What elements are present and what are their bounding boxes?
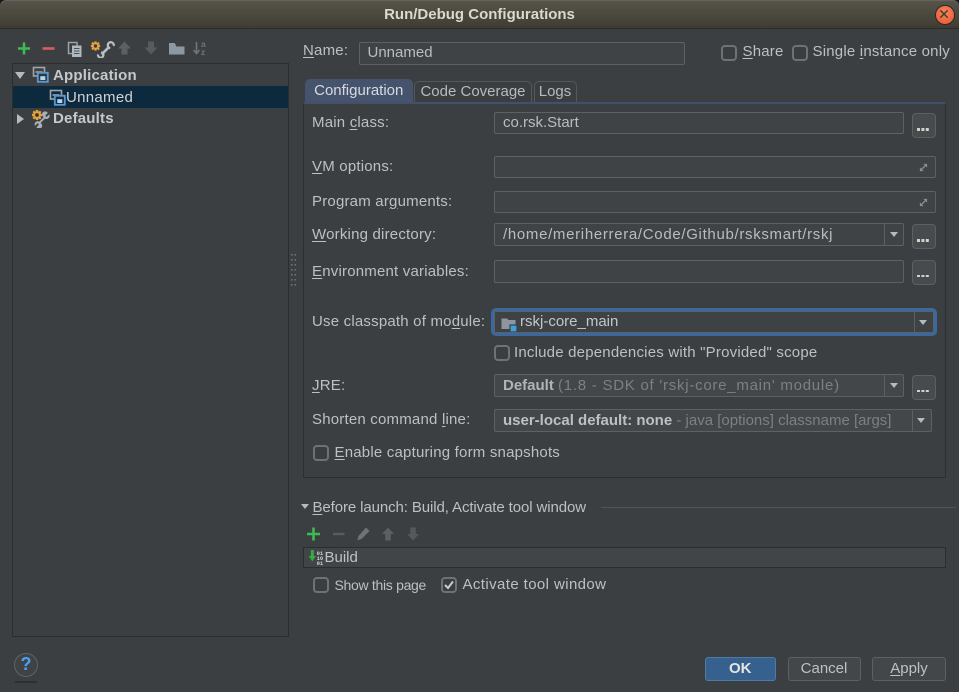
svg-text:01: 01 xyxy=(316,560,323,566)
svg-text:z: z xyxy=(201,47,205,57)
